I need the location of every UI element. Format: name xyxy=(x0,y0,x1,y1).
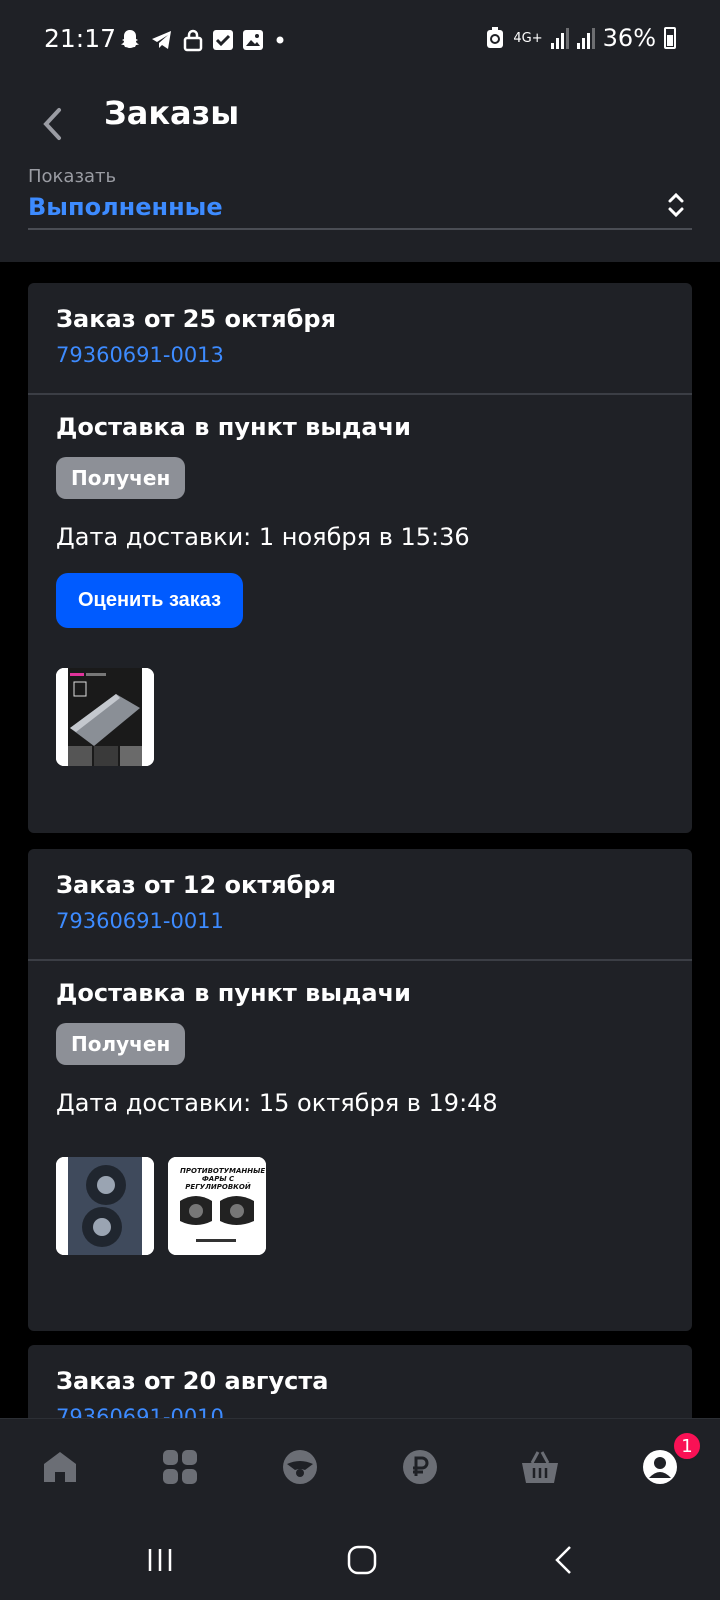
system-navigation xyxy=(0,1518,720,1600)
product-thumbnails xyxy=(56,668,664,766)
chevron-left-icon xyxy=(43,108,61,140)
filter-value: Выполненные xyxy=(28,193,223,221)
home-button[interactable] xyxy=(340,1538,384,1582)
order-title: Заказ от 20 августа xyxy=(56,1367,329,1395)
order-header: Заказ от 25 октября 79360691-0013 xyxy=(28,283,692,395)
home-icon xyxy=(44,1452,76,1482)
signal-icon xyxy=(550,27,569,49)
battery-percent: 36% xyxy=(602,24,656,52)
order-number[interactable]: 79360691-0013 xyxy=(56,343,664,367)
sort-arrows-icon xyxy=(668,192,684,218)
system-status: 4G+ 36% xyxy=(485,24,676,52)
steering-wheel-icon xyxy=(283,1450,317,1484)
nav-basket[interactable] xyxy=(518,1445,562,1489)
telegram-icon xyxy=(152,31,171,49)
dot-icon xyxy=(276,36,284,44)
product-caption: ПРОТИВОТУМАННЫЕ ФАРЫ С РЕГУЛИРОВКОЙ xyxy=(180,1167,266,1191)
nav-finance[interactable] xyxy=(398,1445,442,1489)
snapchat-icon xyxy=(121,30,139,48)
order-body: Доставка в пункт выдачи Получен Дата дос… xyxy=(28,961,692,1255)
film-product-image xyxy=(56,668,154,766)
product-thumbnails: ПРОТИВОТУМАННЫЕ ФАРЫ С РЕГУЛИРОВКОЙ xyxy=(56,1157,664,1255)
header: Заказы Показать Выполненные xyxy=(0,82,720,262)
order-number[interactable]: 79360691-0011 xyxy=(56,909,664,933)
checkbox-icon xyxy=(213,30,233,50)
data-saver-icon xyxy=(487,27,504,48)
product-thumbnail[interactable] xyxy=(56,1157,154,1255)
status-badge: Получен xyxy=(56,1023,186,1065)
filter-label: Показать xyxy=(28,166,117,187)
system-back-button[interactable] xyxy=(542,1538,586,1582)
nav-catalog[interactable] xyxy=(158,1445,202,1489)
status-time: 21:17 xyxy=(44,24,117,53)
delivery-type: Доставка в пункт выдачи xyxy=(56,979,411,1007)
recent-apps-button[interactable] xyxy=(138,1538,182,1582)
network-type: 4G+ xyxy=(513,30,543,46)
status-bar: 21:17 4G+ 36% xyxy=(0,0,720,82)
back-arrow-icon xyxy=(555,1546,571,1574)
back-button[interactable] xyxy=(30,96,74,152)
notification-icons xyxy=(118,28,288,52)
status-badge: Получен xyxy=(56,457,186,499)
rate-order-button[interactable]: Оценить заказ xyxy=(56,573,244,628)
bottom-navigation: 1 xyxy=(0,1418,720,1518)
nav-auto[interactable] xyxy=(278,1445,322,1489)
gallery-icon xyxy=(243,30,263,50)
product-thumbnail[interactable]: ПРОТИВОТУМАННЫЕ ФАРЫ С РЕГУЛИРОВКОЙ xyxy=(168,1157,266,1255)
delivery-date: Дата доставки: 1 ноября в 15:36 xyxy=(56,523,470,551)
signal-icon-2 xyxy=(576,27,595,49)
order-card[interactable]: Заказ от 25 октября 79360691-0013 Достав… xyxy=(28,283,692,833)
speakers-product-image xyxy=(56,1157,154,1255)
lock-icon xyxy=(183,29,203,52)
order-title: Заказ от 25 октября xyxy=(56,305,336,333)
nav-home[interactable] xyxy=(38,1445,82,1489)
order-card[interactable]: Заказ от 12 октября 79360691-0011 Достав… xyxy=(28,849,692,1331)
recent-apps-icon xyxy=(148,1549,172,1571)
product-thumbnail[interactable] xyxy=(56,668,154,766)
delivery-type: Доставка в пункт выдачи xyxy=(56,413,411,441)
battery-icon xyxy=(664,27,676,49)
order-header: Заказ от 12 октября 79360691-0011 xyxy=(28,849,692,961)
catalog-icon xyxy=(163,1450,197,1484)
ruble-icon xyxy=(403,1450,437,1484)
filter-select[interactable]: Показать Выполненные xyxy=(28,166,692,230)
order-body: Доставка в пункт выдачи Получен Дата дос… xyxy=(28,395,692,766)
basket-icon xyxy=(522,1451,558,1483)
home-circle-icon xyxy=(347,1545,377,1575)
order-title: Заказ от 12 октября xyxy=(56,871,336,899)
notification-badge: 1 xyxy=(672,1431,702,1461)
page-title: Заказы xyxy=(104,94,240,132)
delivery-date: Дата доставки: 15 октября в 19:48 xyxy=(56,1089,498,1117)
